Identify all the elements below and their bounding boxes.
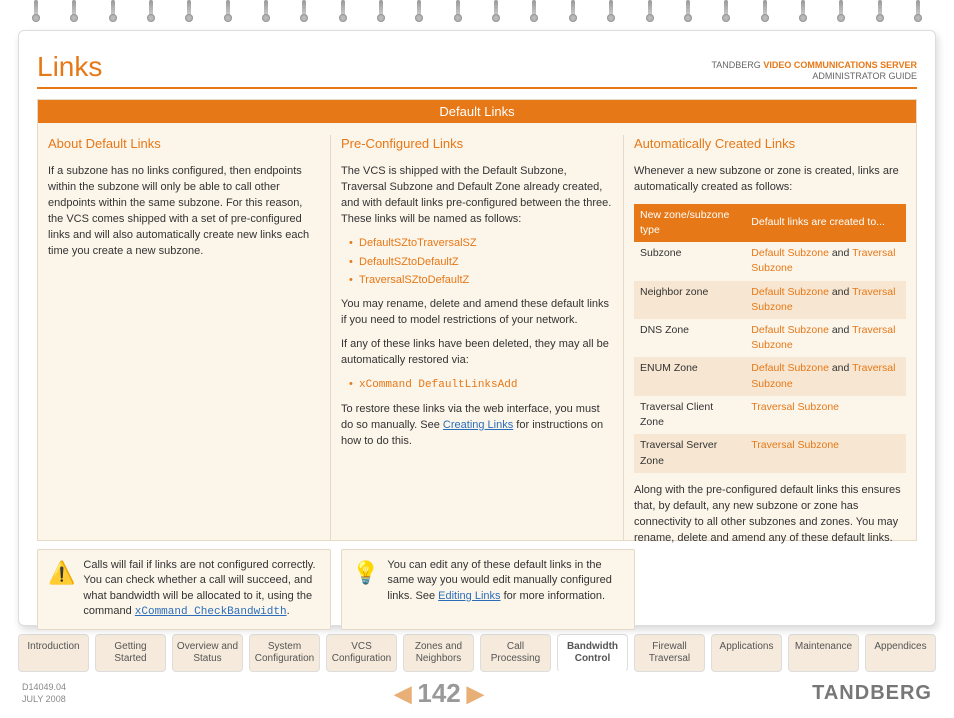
page-number: 142 bbox=[417, 678, 460, 709]
next-page-arrow[interactable]: ▶ bbox=[467, 681, 484, 707]
column-auto: Automatically Created Links Whenever a n… bbox=[634, 135, 906, 540]
note1-text: Calls will fail if links are not configu… bbox=[83, 558, 320, 621]
column-about: About Default Links If a subzone has no … bbox=[48, 135, 331, 540]
col2-p2: You may rename, delete and amend these d… bbox=[341, 297, 613, 329]
brand-line2: ADMINISTRATOR GUIDE bbox=[812, 71, 917, 81]
warning-icon: ⚠️ bbox=[48, 558, 75, 621]
page-content: Links TANDBERG VIDEO COMMUNICATIONS SERV… bbox=[18, 30, 936, 626]
tab-zones-and-neighbors[interactable]: Zones and Neighbors bbox=[403, 634, 474, 672]
table-row: ENUM ZoneDefault Subzone and Traversal S… bbox=[634, 357, 906, 395]
tab-getting-started[interactable]: Getting Started bbox=[95, 634, 166, 672]
nav-tabs: IntroductionGetting StartedOverview and … bbox=[18, 634, 936, 672]
tab-vcs-configuration[interactable]: VCS Configuration bbox=[326, 634, 397, 672]
note-tip: 💡 You can edit any of these default link… bbox=[341, 549, 635, 630]
spiral-binding bbox=[0, 0, 954, 30]
zone-link[interactable]: Traversal Subzone bbox=[751, 401, 839, 413]
zone-link[interactable]: Traversal Subzone bbox=[751, 439, 839, 451]
page-footer: D14049.04 JULY 2008 ◀ 142 ▶ TANDBERG bbox=[22, 678, 932, 709]
note-spacer bbox=[645, 549, 917, 630]
col2-bullets: DefaultSZtoTraversalSZ DefaultSZtoDefault… bbox=[341, 236, 613, 290]
note-warning: ⚠️ Calls will fail if links are not conf… bbox=[37, 549, 331, 630]
brand-line1: VIDEO COMMUNICATIONS SERVER bbox=[763, 60, 917, 70]
pager: ◀ 142 ▶ bbox=[394, 678, 483, 709]
table-row: DNS ZoneDefault Subzone and Traversal Su… bbox=[634, 319, 906, 357]
tab-overview-and-status[interactable]: Overview and Status bbox=[172, 634, 243, 672]
brand-prefix: TANDBERG bbox=[711, 60, 760, 70]
table-row: SubzoneDefault Subzone and Traversal Sub… bbox=[634, 242, 906, 280]
tab-appendices[interactable]: Appendices bbox=[865, 634, 936, 672]
page-title: Links bbox=[37, 51, 102, 83]
col2-p4: To restore these links via the web inter… bbox=[341, 402, 613, 450]
tandberg-logo: TANDBERG bbox=[812, 682, 932, 705]
auto-links-table: New zone/subzone type Default links are … bbox=[634, 204, 906, 473]
note2-text: You can edit any of these default links … bbox=[387, 558, 624, 621]
table-row: Traversal Client ZoneTraversal Subzone bbox=[634, 396, 906, 434]
col3-p1: Whenever a new subzone or zone is create… bbox=[634, 164, 906, 196]
auto-links-tbody: SubzoneDefault Subzone and Traversal Sub… bbox=[634, 242, 906, 473]
creating-links-link[interactable]: Creating Links bbox=[443, 419, 513, 431]
section-bar: Default Links bbox=[37, 99, 917, 123]
editing-links-link[interactable]: Editing Links bbox=[438, 590, 500, 602]
notes-row: ⚠️ Calls will fail if links are not conf… bbox=[37, 549, 917, 630]
col1-p1: If a subzone has no links configured, th… bbox=[48, 164, 320, 260]
columns: About Default Links If a subzone has no … bbox=[37, 123, 917, 541]
tab-applications[interactable]: Applications bbox=[711, 634, 782, 672]
col3-heading: Automatically Created Links bbox=[634, 135, 906, 154]
col2-p1: The VCS is shipped with the Default Subz… bbox=[341, 164, 613, 228]
col1-heading: About Default Links bbox=[48, 135, 320, 154]
th-created-to: Default links are created to... bbox=[745, 204, 906, 242]
table-row: Traversal Server ZoneTraversal Subzone bbox=[634, 434, 906, 472]
tab-bandwidth-control[interactable]: Bandwidth Control bbox=[557, 634, 628, 672]
column-preconfigured: Pre-Configured Links The VCS is shipped … bbox=[341, 135, 624, 540]
lightbulb-icon: 💡 bbox=[352, 558, 379, 621]
page-header: Links TANDBERG VIDEO COMMUNICATIONS SERV… bbox=[37, 51, 917, 89]
bullet-item: DefaultSZtoDefaultZ bbox=[349, 255, 613, 271]
tab-firewall-traversal[interactable]: Firewall Traversal bbox=[634, 634, 705, 672]
tab-introduction[interactable]: Introduction bbox=[18, 634, 89, 672]
col2-cmd: xCommand DefaultLinksAdd bbox=[359, 379, 517, 391]
tab-maintenance[interactable]: Maintenance bbox=[788, 634, 859, 672]
zone-link[interactable]: Default Subzone bbox=[751, 286, 829, 298]
prev-page-arrow[interactable]: ◀ bbox=[394, 681, 411, 707]
note1-cmd[interactable]: xCommand CheckBandwidth bbox=[135, 606, 287, 618]
col2-heading: Pre-Configured Links bbox=[341, 135, 613, 154]
table-row: Neighbor zoneDefault Subzone and Travers… bbox=[634, 281, 906, 319]
doc-id-block: D14049.04 JULY 2008 bbox=[22, 682, 66, 705]
zone-link[interactable]: Default Subzone bbox=[751, 324, 829, 336]
zone-link[interactable]: Default Subzone bbox=[751, 247, 829, 259]
bullet-item: TraversalSZtoDefaultZ bbox=[349, 273, 613, 289]
brand-block: TANDBERG VIDEO COMMUNICATIONS SERVER ADM… bbox=[711, 60, 917, 83]
tab-call-processing[interactable]: Call Processing bbox=[480, 634, 551, 672]
th-zone-type: New zone/subzone type bbox=[634, 204, 745, 242]
col2-cmd-list: xCommand DefaultLinksAdd bbox=[341, 377, 613, 394]
col3-p2: Along with the pre-configured default li… bbox=[634, 483, 906, 547]
tab-system-configuration[interactable]: System Configuration bbox=[249, 634, 320, 672]
bullet-item: DefaultSZtoTraversalSZ bbox=[349, 236, 613, 252]
col2-p3: If any of these links have been deleted,… bbox=[341, 337, 613, 369]
zone-link[interactable]: Default Subzone bbox=[751, 362, 829, 374]
